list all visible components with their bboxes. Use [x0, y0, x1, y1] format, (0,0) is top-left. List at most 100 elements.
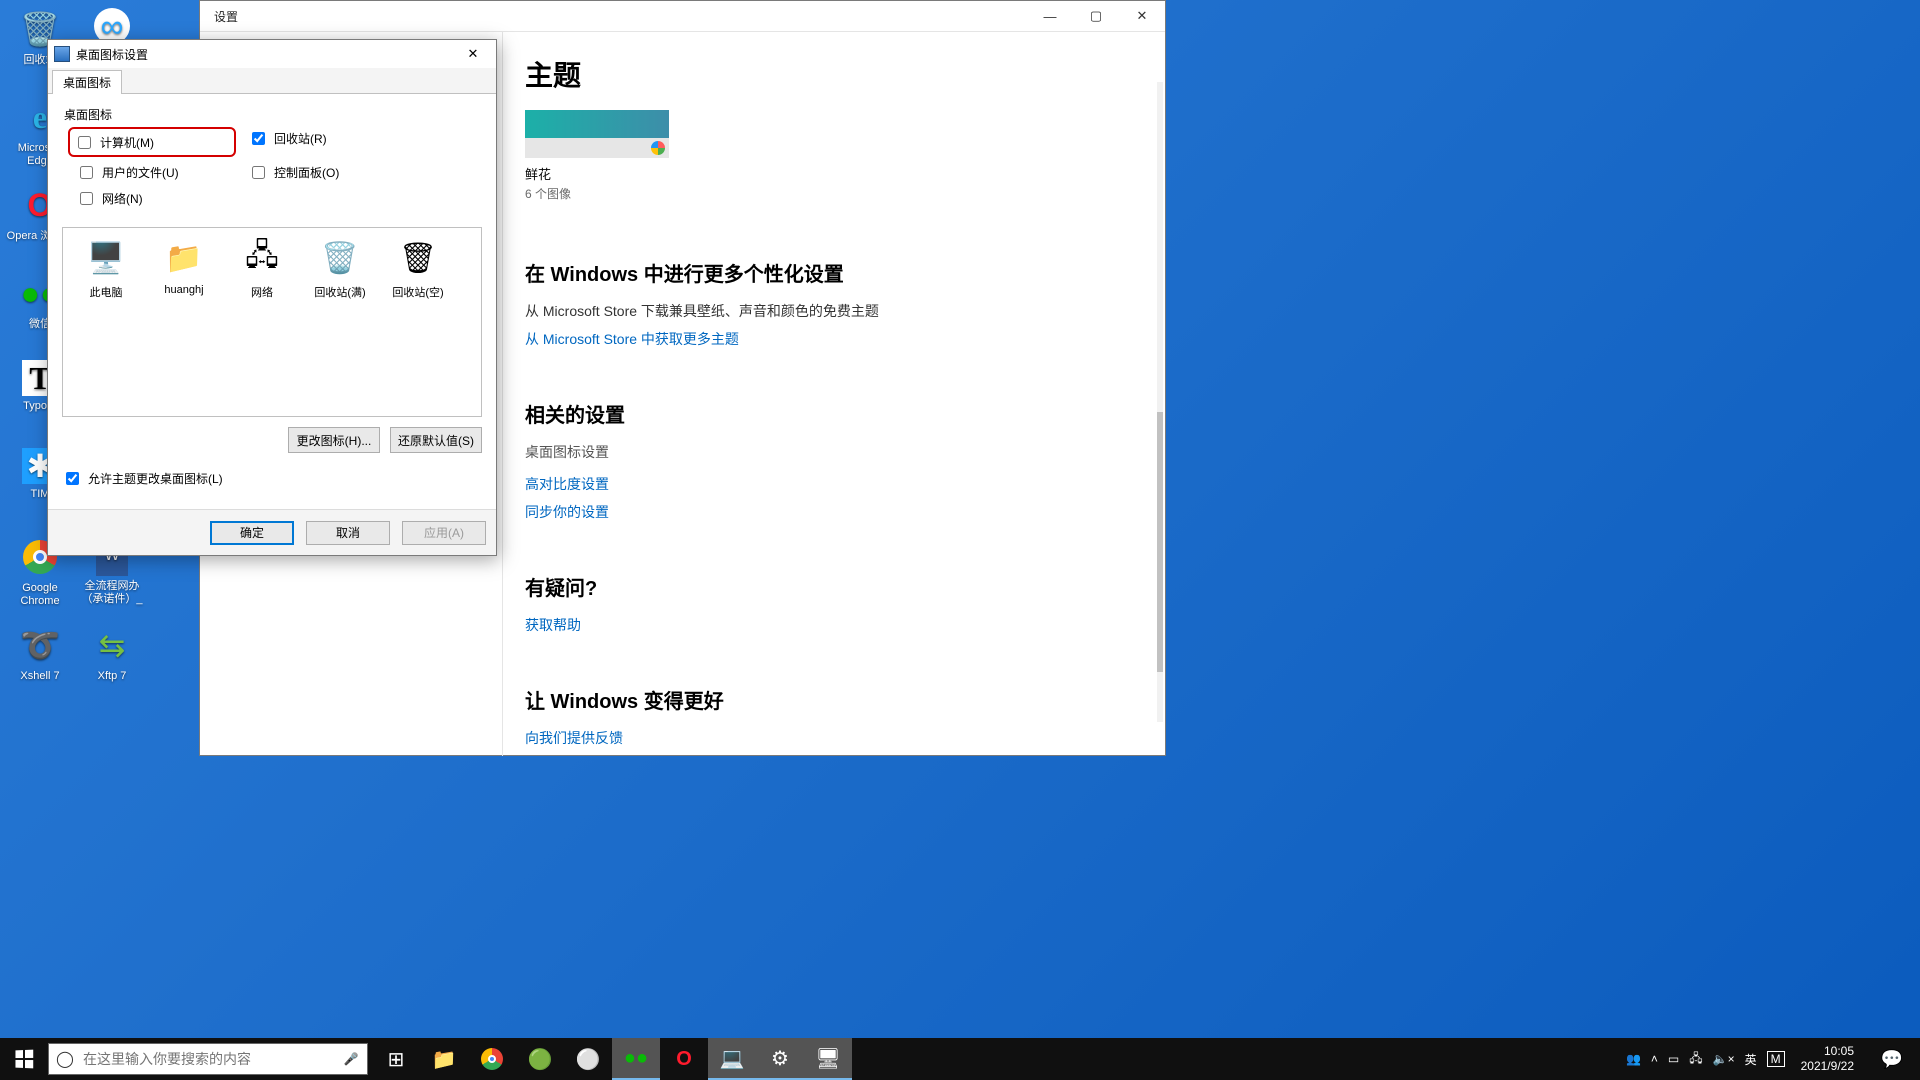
question-heading: 有疑问?	[525, 572, 1165, 601]
recycle-empty-icon: 🗑	[398, 238, 438, 278]
xshell-icon: ➰	[19, 624, 61, 666]
store-themes-link[interactable]: 从 Microsoft Store 中获取更多主题	[525, 329, 1165, 349]
settings-title: 设置	[200, 8, 238, 25]
start-button[interactable]	[0, 1038, 48, 1080]
checkbox-label: 回收站(R)	[274, 130, 327, 147]
icon-this-pc[interactable]: 🖥️此电脑	[71, 238, 141, 300]
action-center-button[interactable]: 💬	[1870, 1038, 1914, 1080]
allow-theme-checkbox-input[interactable]	[66, 472, 79, 485]
desktop-icon-settings-link[interactable]: 桌面图标设置	[525, 442, 1165, 462]
search-icon: ◯	[49, 1049, 81, 1069]
apply-button[interactable]: 应用(A)	[402, 521, 486, 545]
checkbox-user-input[interactable]	[80, 166, 93, 179]
get-help-link[interactable]: 获取帮助	[525, 615, 1165, 635]
taskbar-opera[interactable]: O	[660, 1038, 708, 1080]
feedback-link[interactable]: 向我们提供反馈	[525, 728, 1165, 748]
icon-recycle-empty[interactable]: 🗑 回收站(空)	[383, 238, 453, 300]
desktop-icon-label: 全流程网办（承诺件）_	[78, 580, 146, 606]
taskbar-app-1[interactable]: 🟢	[516, 1038, 564, 1080]
taskbar-apps: ⊞ 📁 🟢 ⚪ ●● O 💻 ⚙ 🖥	[372, 1038, 852, 1080]
windows-logo-icon	[15, 1050, 33, 1069]
scrollbar-thumb[interactable]	[1157, 412, 1163, 672]
dialog-close-button[interactable]: ✕	[456, 43, 490, 65]
group-label: 桌面图标	[64, 106, 482, 123]
checkbox-control-panel-input[interactable]	[252, 166, 265, 179]
volume-icon[interactable]: 🔈×	[1713, 1052, 1735, 1066]
related-settings-heading: 相关的设置	[525, 399, 1165, 428]
taskbar-search[interactable]: ◯ 🎤	[48, 1043, 368, 1075]
taskbar-explorer[interactable]: 📁	[420, 1038, 468, 1080]
taskbar-display[interactable]: 🖥	[804, 1038, 852, 1080]
network-tray-icon[interactable]: 🖧	[1689, 1049, 1702, 1070]
people-icon[interactable]: 👥	[1626, 1052, 1641, 1066]
checkbox-label: 计算机(M)	[100, 134, 154, 151]
allow-theme-checkbox[interactable]: 允许主题更改桌面图标(L)	[62, 469, 482, 488]
taskbar-settings[interactable]: ⚙	[756, 1038, 804, 1080]
mic-icon[interactable]: 🎤	[335, 1052, 367, 1066]
checkbox-label: 允许主题更改桌面图标(L)	[88, 470, 223, 487]
tab-desktop-icons[interactable]: 桌面图标	[52, 70, 122, 94]
search-input[interactable]	[81, 1050, 335, 1068]
scrollbar[interactable]	[1157, 82, 1163, 722]
ok-button[interactable]: 确定	[210, 521, 294, 545]
change-icon-button[interactable]: 更改图标(H)...	[288, 427, 380, 453]
dialog-tabs: 桌面图标	[48, 68, 496, 94]
page-title: 主题	[525, 54, 1165, 94]
checkbox-network-input[interactable]	[80, 192, 93, 205]
minimize-button[interactable]: —	[1027, 1, 1073, 31]
checkbox-user[interactable]: 用户的文件(U)	[76, 161, 248, 183]
pc-icon: 🖥️	[86, 238, 126, 278]
theme-image-count: 6 个图像	[525, 185, 1165, 202]
dialog-title: 桌面图标设置	[76, 46, 148, 63]
cancel-button[interactable]: 取消	[306, 521, 390, 545]
desktop-icon-xftp[interactable]: ⇆Xftp 7	[76, 620, 148, 708]
window-controls: — ▢ ✕	[1027, 1, 1165, 31]
theme-thumb-footer	[525, 138, 669, 158]
recycle-full-icon: 🗑️	[320, 238, 360, 278]
tray-chevron-up-icon[interactable]: ˄	[1651, 1052, 1658, 1066]
checkbox-network[interactable]: 网络(N)	[76, 187, 248, 209]
more-personalization-heading: 在 Windows 中进行更多个性化设置	[525, 258, 1165, 287]
clock-time: 10:05	[1801, 1044, 1854, 1059]
dialog-titlebar[interactable]: 桌面图标设置 ✕	[48, 40, 496, 68]
task-view-button[interactable]: ⊞	[372, 1038, 420, 1080]
battery-icon[interactable]: ▭	[1668, 1052, 1679, 1066]
checkbox-computer-input[interactable]	[78, 136, 91, 149]
taskbar: ◯ 🎤 ⊞ 📁 🟢 ⚪ ●● O 💻 ⚙ 🖥 👥 ˄ ▭ 🖧 🔈× 英 M 10…	[0, 1038, 1920, 1080]
desktop-icon-label: Google Chrome	[6, 582, 74, 608]
icon-recycle-full[interactable]: 🗑️回收站(满)	[305, 238, 375, 300]
theme-preview[interactable]	[525, 110, 669, 158]
settings-titlebar[interactable]: 设置 — ▢ ✕	[200, 1, 1165, 32]
ime-indicator-1[interactable]: 英	[1745, 1051, 1757, 1068]
taskbar-app-2[interactable]: ⚪	[564, 1038, 612, 1080]
more-personalization-desc: 从 Microsoft Store 下载兼具壁纸、声音和颜色的免费主题	[525, 301, 1165, 321]
checkbox-computer[interactable]: 计算机(M)	[74, 131, 230, 153]
ime-indicator-2[interactable]: M	[1767, 1051, 1785, 1067]
system-tray: 👥 ˄ ▭ 🖧 🔈× 英 M 10:05 2021/9/22 💬	[1626, 1038, 1920, 1080]
maximize-button[interactable]: ▢	[1073, 1, 1119, 31]
icon-preview-list[interactable]: 🖥️此电脑 📁huanghj 🖧网络 🗑️回收站(满) 🗑 回收站(空)	[62, 227, 482, 417]
high-contrast-link[interactable]: 高对比度设置	[525, 474, 1165, 494]
icon-action-buttons: 更改图标(H)... 还原默认值(S)	[62, 427, 482, 453]
checkbox-recycle-input[interactable]	[252, 132, 265, 145]
clock-date: 2021/9/22	[1801, 1059, 1854, 1074]
checkbox-recycle[interactable]: 回收站(R)	[248, 127, 428, 149]
icon-label: 回收站(空)	[392, 287, 443, 299]
theme-thumb	[525, 110, 669, 138]
taskbar-chrome[interactable]	[468, 1038, 516, 1080]
desktop-icon-xshell[interactable]: ➰Xshell 7	[4, 620, 76, 708]
dialog-app-icon	[54, 46, 70, 62]
taskbar-notepad[interactable]: 💻	[708, 1038, 756, 1080]
checkbox-label: 控制面板(O)	[274, 164, 339, 181]
restore-defaults-button[interactable]: 还原默认值(S)	[390, 427, 482, 453]
close-button[interactable]: ✕	[1119, 1, 1165, 31]
icon-network[interactable]: 🖧网络	[227, 238, 297, 300]
xftp-icon: ⇆	[91, 624, 133, 666]
icon-label: huanghj	[164, 284, 203, 296]
taskbar-clock[interactable]: 10:05 2021/9/22	[1795, 1044, 1860, 1074]
icon-user[interactable]: 📁huanghj	[149, 238, 219, 296]
sync-settings-link[interactable]: 同步你的设置	[525, 502, 1165, 522]
feedback-heading: 让 Windows 变得更好	[525, 685, 1165, 714]
checkbox-control-panel[interactable]: 控制面板(O)	[248, 161, 428, 183]
taskbar-wechat[interactable]: ●●	[612, 1038, 660, 1080]
